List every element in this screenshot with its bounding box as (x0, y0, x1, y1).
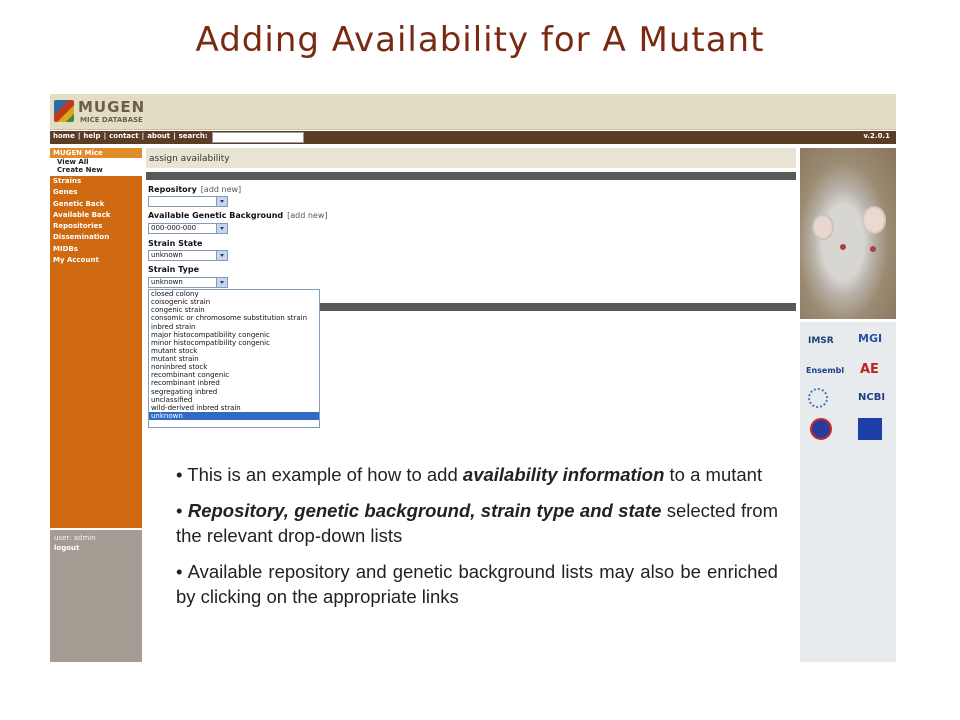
arrayexpress-logo[interactable]: AE (860, 362, 879, 377)
sidebar-item-available-back[interactable]: Available Back (50, 210, 142, 221)
search-label: search: (178, 132, 208, 140)
bullet-1-emphasis: availability information (462, 464, 665, 485)
eu-flag-icon[interactable] (858, 418, 882, 440)
strain-type-option[interactable]: inbred strain (149, 323, 319, 331)
chevron-down-icon (216, 278, 227, 287)
sidebar-sub-create-new[interactable]: Create New (50, 166, 142, 176)
strain-type-option[interactable]: wild-derived inbred strain (149, 404, 319, 412)
background-label-text: Available Genetic Background (148, 211, 284, 220)
bullet-2-emphasis: Repository, genetic background, strain t… (187, 500, 662, 521)
background-select[interactable]: 000-000-000 (148, 223, 228, 234)
section-divider (320, 303, 796, 311)
nav-help[interactable]: help (83, 132, 100, 140)
bullet-3-text: Available repository and genetic backgro… (176, 561, 778, 607)
nav-links: home | help | contact | about | search: (53, 132, 208, 140)
slide-title: Adding Availability for A Mutant (195, 20, 765, 60)
bullet-2: • Repository, genetic background, strain… (176, 500, 778, 546)
mugen-logo-icon (54, 100, 74, 122)
sidebar-item-strains[interactable]: Strains (50, 176, 142, 187)
section-divider (146, 172, 796, 180)
strain-type-option[interactable]: unknown (149, 411, 319, 420)
page-heading: assign availability (149, 154, 230, 164)
sidebar-sub-view-all[interactable]: View All (50, 158, 142, 166)
partner-logos: IMSR MGI Ensembl AE NCBI (800, 322, 896, 662)
slide-bullets: • This is an example of how to add avail… (176, 462, 778, 620)
chevron-down-icon (216, 224, 227, 233)
repository-select[interactable] (148, 196, 228, 207)
strain-type-select[interactable]: unknown (148, 277, 228, 288)
mouse-eye (840, 244, 846, 250)
sidebar-item-genes[interactable]: Genes (50, 187, 142, 198)
nav-bar: home | help | contact | about | search: … (50, 131, 896, 144)
nav-about[interactable]: about (147, 132, 170, 140)
strain-state-select[interactable]: unknown (148, 250, 228, 261)
strain-type-option[interactable]: mutant strain (149, 355, 319, 363)
background-value: 000-000-000 (151, 224, 197, 232)
page-heading-bar: assign availability (146, 148, 796, 168)
strain-type-option[interactable]: minor histocompatibility congenic (149, 339, 319, 347)
strain-type-option[interactable]: segregating inbred (149, 388, 319, 396)
repository-label-text: Repository (148, 185, 197, 194)
ncbi-logo[interactable]: NCBI (858, 392, 885, 403)
repository-add-new-link[interactable]: [add new] (201, 185, 241, 194)
app-header: MUGEN MICE DATABASE (50, 94, 896, 130)
mouse-ear (812, 214, 834, 240)
mouse-eye (870, 246, 876, 252)
sidebar-header[interactable]: MUGEN Mice (50, 148, 142, 158)
consortium-logo-icon[interactable] (808, 388, 828, 408)
ensembl-logo[interactable]: Ensembl (806, 366, 844, 375)
sidebar-item-my-account[interactable]: My Account (50, 255, 142, 266)
logout-link[interactable]: logout (54, 543, 138, 553)
user-label: user: admin (54, 534, 96, 542)
strain-type-option[interactable]: major histocompatibility congenic (149, 331, 319, 339)
nav-home[interactable]: home (53, 132, 75, 140)
sidebar: MUGEN Mice View All Create New Strains G… (50, 148, 142, 528)
chevron-down-icon (216, 197, 227, 206)
strain-state-value: unknown (151, 251, 183, 259)
background-label: Available Genetic Background [add new] (148, 211, 328, 220)
background-add-new-link[interactable]: [add new] (287, 211, 327, 220)
sidebar-item-dissemination[interactable]: Dissemination (50, 232, 142, 243)
search-input[interactable] (212, 132, 304, 143)
nav-contact[interactable]: contact (109, 132, 139, 140)
sidebar-item-genetic-back[interactable]: Genetic Back (50, 199, 142, 210)
strain-type-option[interactable]: unclassified (149, 396, 319, 404)
sidebar-item-repositories[interactable]: Repositories (50, 221, 142, 232)
chevron-down-icon (216, 251, 227, 260)
strain-type-option[interactable]: consomic or chromosome substitution stra… (149, 314, 319, 322)
strain-type-option[interactable]: recombinant inbred (149, 379, 319, 387)
strain-type-value: unknown (151, 278, 183, 286)
nav-separator: | (103, 132, 107, 140)
nav-separator: | (77, 132, 81, 140)
strain-type-option[interactable]: mutant stock (149, 347, 319, 355)
strain-type-dropdown-list[interactable]: closed colony coisogenic strain congenic s… (148, 289, 320, 428)
logo-subtitle: MICE DATABASE (80, 116, 143, 124)
bullet-1-text: This is an example of how to add (187, 464, 463, 485)
imsr-logo[interactable]: IMSR (808, 336, 834, 346)
strain-type-label: Strain Type (148, 265, 200, 274)
strain-type-option[interactable]: recombinant congenic (149, 371, 319, 379)
mgi-logo[interactable]: MGI (858, 332, 882, 345)
nav-separator: | (141, 132, 145, 140)
sidebar-item-midbs[interactable]: MIDBs (50, 244, 142, 255)
strain-type-option[interactable]: coisogenic strain (149, 298, 319, 306)
strain-type-option[interactable]: noninbred stock (149, 363, 319, 371)
globe-logo-icon[interactable] (810, 418, 832, 440)
nav-separator: | (173, 132, 176, 140)
mouse-ear (862, 206, 886, 234)
bullet-1: • This is an example of how to add avail… (176, 464, 763, 485)
strain-type-option[interactable]: closed colony (149, 290, 319, 298)
strain-state-label: Strain State (148, 239, 203, 248)
strain-type-option[interactable]: congenic strain (149, 306, 319, 314)
logo-name: MUGEN (78, 98, 146, 116)
bullet-1-tail: to a mutant (664, 464, 763, 485)
bullet-3: • Available repository and genetic backg… (176, 561, 778, 607)
user-panel: user: admin logout (50, 530, 142, 662)
repository-label: Repository [add new] (148, 185, 241, 194)
version-label: v.2.0.1 (863, 132, 890, 140)
